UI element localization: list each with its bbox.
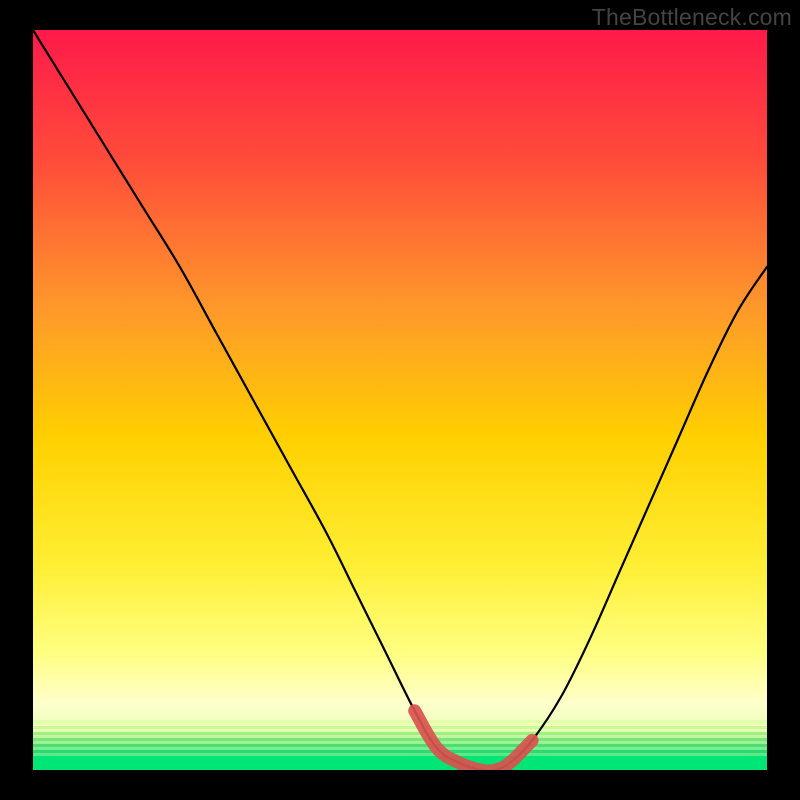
bottleneck-chart — [0, 0, 800, 800]
plot-gradient — [33, 30, 767, 770]
green-bands — [33, 720, 767, 770]
watermark-text: TheBottleneck.com — [592, 4, 792, 31]
chart-frame: TheBottleneck.com — [0, 0, 800, 800]
